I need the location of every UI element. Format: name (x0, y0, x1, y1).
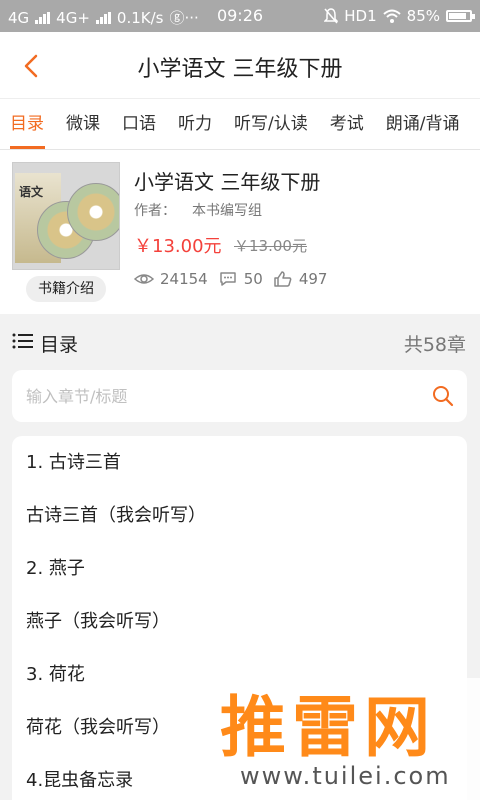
watermark: 推雷网 www.tuilei.com (210, 678, 480, 800)
battery-icon (446, 10, 475, 22)
book-intro-button[interactable]: 书籍介绍 (26, 276, 106, 302)
book-title: 小学语文 三年级下册 (134, 170, 321, 194)
search-icon[interactable] (431, 384, 455, 408)
original-price: ￥13.00元 (234, 237, 307, 255)
chapter-search-box (12, 370, 467, 422)
current-price: ￥13.00元 (134, 236, 222, 257)
cd-disc-image-2 (67, 183, 119, 241)
author-label: 作者： (134, 203, 176, 219)
book-card: 语文 书籍介绍 小学语文 三年级下册 作者： 本书编写组 ￥13.00元 ￥13.… (0, 150, 480, 314)
chapter-item[interactable]: 古诗三首（我会听写） (12, 489, 467, 542)
catalog-header: 目录 共58章 (0, 314, 480, 370)
status-bar: 4G 4G+ 0.1K/s ⓖ··· 09:26 HD1 85% (0, 0, 480, 32)
tab-oral[interactable]: 口语 (111, 99, 167, 149)
status-right: HD1 85% (324, 7, 475, 25)
chapter-item[interactable]: 1. 古诗三首 (12, 436, 467, 489)
battery-fill (449, 13, 466, 19)
tab-listening[interactable]: 听力 (167, 99, 223, 149)
tab-catalog[interactable]: 目录 (0, 99, 55, 149)
tab-recitation[interactable]: 朗诵/背诵 (375, 99, 471, 149)
chapter-search-input[interactable] (26, 382, 406, 410)
chapter-count: 共58章 (403, 334, 466, 356)
view-count: 24154 (160, 270, 208, 288)
comment-count: 50 (243, 270, 263, 288)
tab-bar: 目录 微课 口语 听力 听写/认读 考试 朗诵/背诵 (0, 98, 480, 150)
cover-text: 语文 (19, 185, 44, 199)
silent-bell-icon (324, 8, 339, 24)
catalog-title: 目录 (40, 334, 79, 356)
watermark-url: www.tuilei.com (240, 762, 451, 790)
book-cover[interactable]: 语文 (12, 162, 120, 270)
chapter-item[interactable]: 2. 燕子 (12, 542, 467, 595)
tab-micro-lesson[interactable]: 微课 (55, 99, 111, 149)
wifi-icon (382, 9, 401, 23)
app-header: 小学语文 三年级下册 (0, 32, 480, 98)
thumbs-up-icon[interactable] (273, 270, 293, 288)
page-title: 小学语文 三年级下册 (137, 57, 343, 82)
hd-label: HD1 (344, 7, 377, 25)
tab-exam[interactable]: 考试 (319, 99, 375, 149)
chapter-item[interactable]: 燕子（我会听写） (12, 595, 467, 648)
like-count: 497 (298, 270, 328, 288)
book-stats: 24154 50 497 (134, 270, 337, 288)
comment-icon[interactable] (218, 270, 238, 288)
watermark-brand: 推雷网 (220, 689, 436, 766)
author-name: 本书编写组 (192, 203, 262, 219)
battery-percent: 85% (406, 7, 440, 25)
list-icon (12, 333, 33, 349)
book-author: 作者： 本书编写组 (134, 200, 262, 220)
eye-icon (134, 274, 154, 284)
tab-dictation[interactable]: 听写/认读 (223, 99, 319, 149)
